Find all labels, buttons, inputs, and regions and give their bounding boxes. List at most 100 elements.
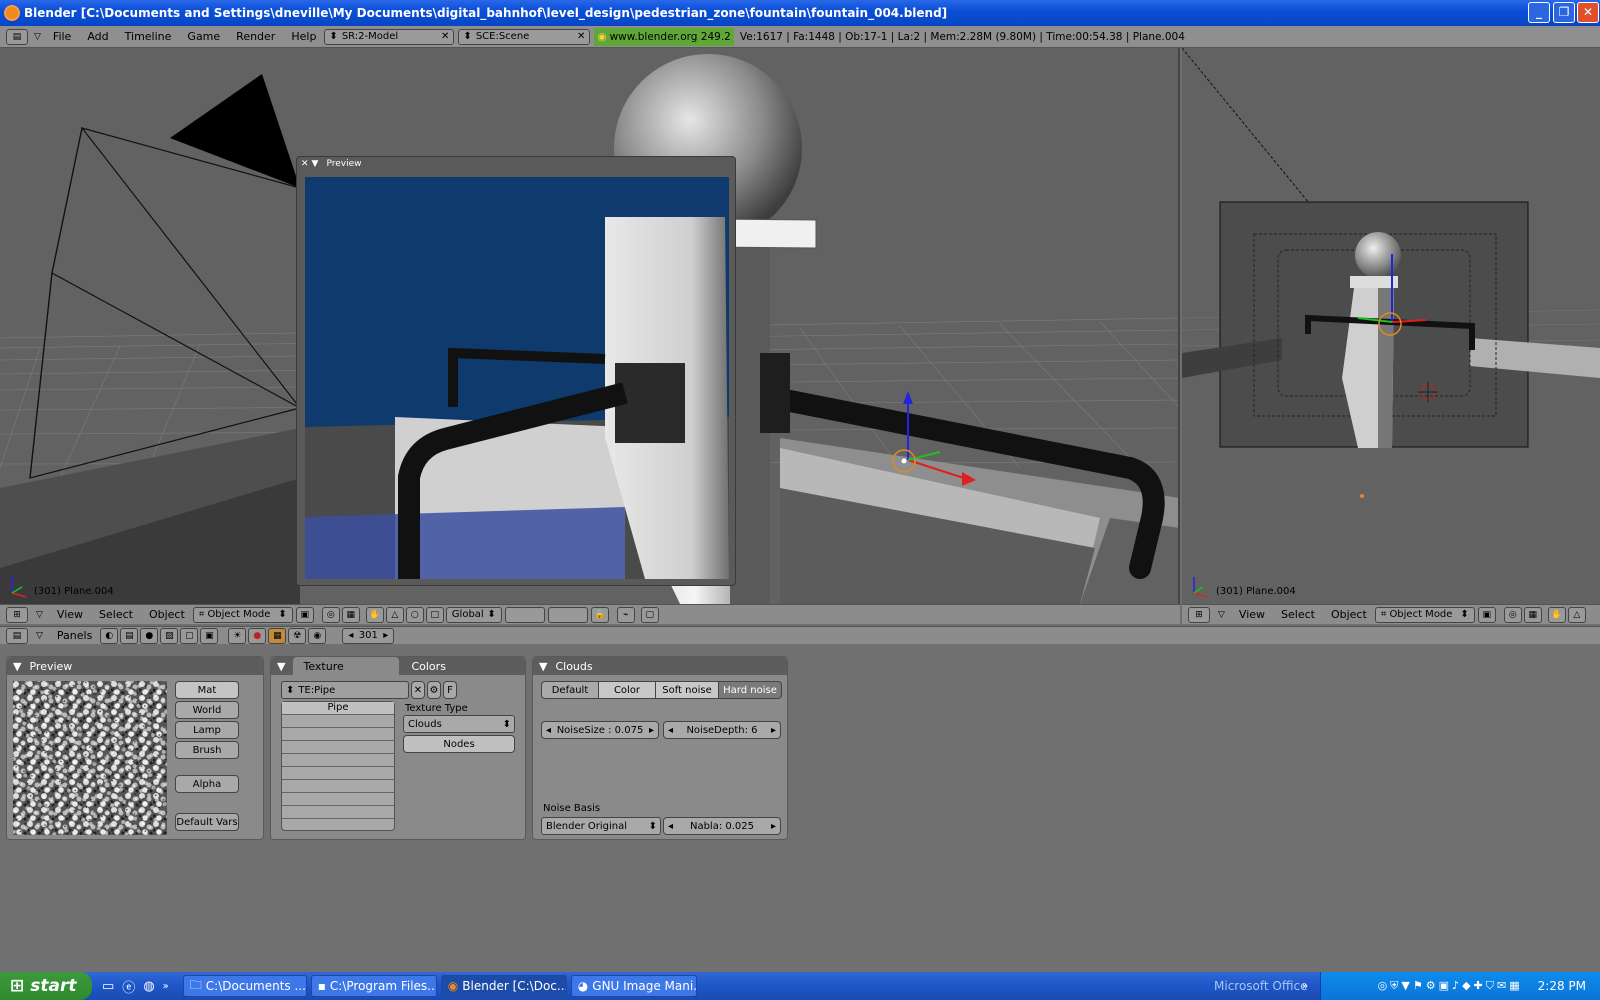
menu-view[interactable]: View bbox=[1231, 608, 1273, 621]
texture-buttons-icon[interactable]: ▦ bbox=[268, 627, 287, 644]
shading-context-icon[interactable]: ● bbox=[140, 627, 159, 644]
antivirus-icon[interactable]: ▼ bbox=[1401, 979, 1409, 993]
settings-icon[interactable]: ⚙ bbox=[1426, 979, 1436, 993]
layer-buttons-a[interactable] bbox=[504, 606, 545, 623]
nvidia-icon[interactable]: ◆ bbox=[1462, 979, 1470, 993]
render-preview-panel[interactable]: ✕ ▼ Preview bbox=[296, 156, 736, 586]
editor-type-icon[interactable]: ▤ bbox=[6, 28, 28, 45]
list-item[interactable] bbox=[282, 793, 394, 806]
hand-icon[interactable]: ✋ bbox=[365, 606, 384, 623]
arrow-left-icon[interactable]: ◂ bbox=[348, 630, 353, 641]
arrow-right-icon[interactable]: ▸ bbox=[771, 725, 776, 736]
layer-buttons-b[interactable] bbox=[547, 606, 588, 623]
editor-type-icon[interactable]: ⊞ bbox=[6, 606, 28, 623]
arrow-right-icon[interactable]: ▸ bbox=[649, 725, 654, 736]
unlink-texture-button[interactable]: ✕ bbox=[411, 681, 425, 699]
shield-icon[interactable]: ⛨ bbox=[1390, 979, 1398, 993]
list-item[interactable] bbox=[282, 806, 394, 819]
pivot-icon[interactable]: ◎ bbox=[321, 606, 340, 623]
mode-selector[interactable]: ⌗ Object Mode ⬍ bbox=[1374, 606, 1475, 623]
tab-colors[interactable]: Colors bbox=[399, 660, 505, 673]
close-icon[interactable]: ✕ bbox=[441, 31, 449, 42]
nodes-button[interactable]: Nodes bbox=[403, 735, 515, 753]
task-console[interactable]: ▪ C:\Program Files... bbox=[310, 975, 437, 997]
f-button[interactable]: F bbox=[443, 681, 457, 699]
show-desktop-icon[interactable]: ▭ bbox=[102, 979, 114, 994]
scale-manipulator-icon[interactable]: □ bbox=[425, 606, 444, 623]
orientation-selector[interactable]: Global ⬍ bbox=[445, 606, 502, 623]
collapse-icon[interactable]: ▽ bbox=[1218, 610, 1225, 620]
editing-context-icon[interactable]: ▢ bbox=[180, 627, 199, 644]
noise-basis-dropdown[interactable]: Blender Original ⬍ bbox=[541, 817, 661, 835]
screen-selector[interactable]: ⬍ SR:2-Model ✕ bbox=[324, 28, 455, 45]
panels-menu[interactable]: Panels bbox=[49, 629, 100, 642]
collapse-triangle-icon[interactable]: ▼ bbox=[277, 660, 285, 673]
list-item[interactable] bbox=[282, 715, 394, 728]
collapse-triangle-icon[interactable]: ▼ bbox=[539, 660, 547, 673]
lamp-buttons-icon[interactable]: ☀ bbox=[228, 627, 247, 644]
task-explorer[interactable]: 🗀 C:\Documents ... bbox=[182, 975, 307, 997]
volume-icon[interactable]: ♪ bbox=[1452, 979, 1459, 993]
main-3d-viewport[interactable]: ✕ ▼ Preview (301) Plane.004 bbox=[0, 48, 1180, 604]
brush-button[interactable]: Brush bbox=[175, 741, 239, 759]
hand-icon[interactable]: ✋ bbox=[1547, 606, 1566, 623]
layers-lock-icon[interactable]: ▦ bbox=[341, 606, 360, 623]
translate-manipulator-icon[interactable]: △ bbox=[385, 606, 404, 623]
security-icon[interactable]: ⛉ bbox=[1486, 979, 1494, 993]
menu-add[interactable]: Add bbox=[79, 30, 116, 43]
menu-file[interactable]: File bbox=[45, 30, 79, 43]
display-icon[interactable]: ▣ bbox=[1439, 979, 1449, 993]
editor-type-icon[interactable]: ▤ bbox=[6, 627, 28, 644]
collapse-icon[interactable]: ▽ bbox=[36, 610, 43, 620]
clock[interactable]: 2:28 PM bbox=[1538, 979, 1586, 993]
alpha-button[interactable]: Alpha bbox=[175, 775, 239, 793]
object-context-icon[interactable]: ▨ bbox=[160, 627, 179, 644]
frame-counter[interactable]: ◂ 301 ▸ bbox=[342, 627, 395, 644]
draw-type-icon[interactable]: ▣ bbox=[295, 606, 314, 623]
hard-noise-button[interactable]: Hard noise bbox=[718, 681, 782, 699]
camera-3d-viewport[interactable]: (301) Plane.004 bbox=[1182, 48, 1600, 604]
logic-context-icon[interactable]: ◐ bbox=[100, 627, 119, 644]
radiosity-buttons-icon[interactable]: ☢ bbox=[288, 627, 307, 644]
texture-name-field[interactable]: ⬍ TE:Pipe bbox=[281, 681, 409, 699]
default-vars-button[interactable]: Default Vars bbox=[175, 813, 239, 831]
list-item[interactable] bbox=[282, 754, 394, 767]
menu-game[interactable]: Game bbox=[179, 30, 228, 43]
lamp-button[interactable]: Lamp bbox=[175, 721, 239, 739]
steam-icon[interactable]: ◎ bbox=[1378, 979, 1388, 993]
internet-explorer-icon[interactable]: ⓔ bbox=[122, 977, 135, 996]
start-button[interactable]: ⊞ start bbox=[0, 972, 92, 1000]
menu-view[interactable]: View bbox=[49, 608, 91, 621]
soft-noise-button[interactable]: Soft noise bbox=[655, 681, 719, 699]
nabla-field[interactable]: ◂ Nabla: 0.025 ▸ bbox=[663, 817, 781, 835]
task-gimp[interactable]: ◕ GNU Image Mani... bbox=[570, 975, 697, 997]
arrow-left-icon[interactable]: ◂ bbox=[668, 725, 673, 736]
network-icon[interactable]: ⚑ bbox=[1413, 979, 1423, 993]
update-icon[interactable]: ✚ bbox=[1474, 979, 1483, 993]
task-blender[interactable]: ◉ Blender [C:\Doc... bbox=[440, 975, 567, 997]
layers-lock-icon[interactable]: ▦ bbox=[1523, 606, 1542, 623]
menu-help[interactable]: Help bbox=[283, 30, 324, 43]
fake-user-icon[interactable]: ⚙ bbox=[427, 681, 441, 699]
editor-type-icon[interactable]: ⊞ bbox=[1188, 606, 1210, 623]
arrow-right-icon[interactable]: ▸ bbox=[771, 821, 776, 832]
translate-manipulator-icon[interactable]: △ bbox=[1567, 606, 1586, 623]
minimize-button[interactable]: _ bbox=[1528, 2, 1550, 23]
mat-button[interactable]: Mat bbox=[175, 681, 239, 699]
arrow-left-icon[interactable]: ◂ bbox=[546, 725, 551, 736]
rotate-manipulator-icon[interactable]: ○ bbox=[405, 606, 424, 623]
mode-selector[interactable]: ⌗ Object Mode ⬍ bbox=[192, 606, 293, 623]
noise-depth-field[interactable]: ◂ NoiseDepth: 6 ▸ bbox=[663, 721, 781, 739]
menu-object[interactable]: Object bbox=[141, 608, 193, 621]
calendar-icon[interactable]: ▦ bbox=[1509, 979, 1519, 993]
material-buttons-icon[interactable]: ● bbox=[248, 627, 267, 644]
firefox-icon[interactable]: ◍ bbox=[143, 979, 154, 994]
scene-context-icon[interactable]: ▣ bbox=[200, 627, 219, 644]
lock-icon[interactable]: 🔒 bbox=[590, 606, 609, 623]
menu-select[interactable]: Select bbox=[1273, 608, 1323, 621]
color-button[interactable]: Color bbox=[598, 681, 656, 699]
tab-texture[interactable]: Texture bbox=[293, 657, 400, 675]
draw-type-icon[interactable]: ▣ bbox=[1477, 606, 1496, 623]
menu-timeline[interactable]: Timeline bbox=[117, 30, 180, 43]
collapse-triangle-icon[interactable]: ▼ bbox=[312, 159, 319, 169]
